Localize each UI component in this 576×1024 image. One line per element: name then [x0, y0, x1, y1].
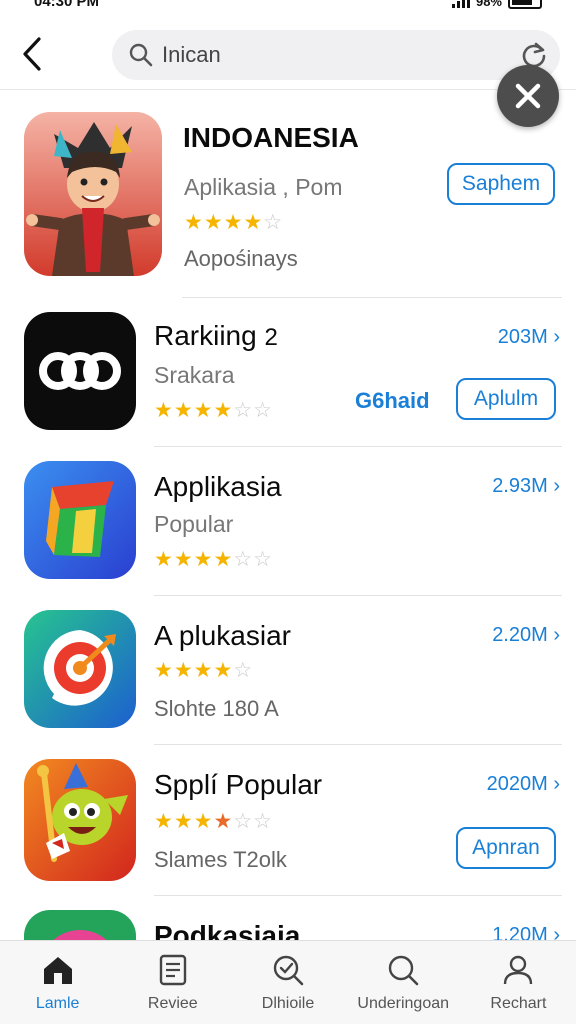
search-icon: [389, 955, 419, 986]
chevron-left-icon: [23, 37, 41, 71]
header: [0, 22, 576, 90]
status-bar: 04:30 PM 98%: [0, 0, 576, 14]
star-rating: ★★★★☆☆: [154, 810, 273, 833]
app-name: Rarkiing 2: [154, 320, 278, 352]
target-arrow-icon: [24, 610, 136, 728]
size-text: 2.93M: [492, 475, 548, 497]
app-extra-text: Slames T2olk: [154, 847, 287, 872]
app-name: A plukasiar: [154, 620, 291, 651]
app-row-1[interactable]: INDOANESIA Aplikasia , Pom ★★★★☆ Aopośin…: [0, 100, 576, 298]
size-text: 2020M: [486, 773, 548, 795]
size-link[interactable]: 1.20M ›: [492, 924, 560, 940]
app-row-3[interactable]: Applikasia Popular ★★★★☆☆ 2.93M ›: [0, 447, 576, 596]
size-link[interactable]: 2.20M ›: [492, 624, 560, 647]
signal-icon: [451, 0, 470, 8]
search-check-icon: [273, 955, 304, 986]
app-row-6[interactable]: Podkasiaia 1.20M ›: [0, 896, 576, 940]
search-input[interactable]: [162, 39, 492, 71]
folded-square-icon: [24, 461, 136, 579]
size-link[interactable]: 203M ›: [498, 326, 560, 349]
back-button[interactable]: [14, 32, 50, 76]
battery-icon: [508, 0, 542, 9]
status-indicators: 98%: [451, 0, 542, 9]
app-extra-text: Slohte 180 A: [154, 696, 279, 721]
tab-label: Reviee: [147, 995, 198, 1012]
rings-logo-icon: [39, 352, 121, 390]
app-name: Spplí Popular: [154, 769, 323, 800]
search-bar[interactable]: [112, 30, 560, 80]
search-icon: [129, 43, 153, 67]
app-row-4[interactable]: A plukasiar ★★★★☆ Slohte 180 A 2.20M ›: [0, 596, 576, 745]
tab-discover[interactable]: Dlhioile: [230, 941, 345, 1024]
tab-search[interactable]: Underingoan: [346, 941, 461, 1024]
size-text: 1.20M: [492, 924, 548, 940]
tab-profile[interactable]: Rechart: [461, 941, 576, 1024]
size-text: 203M: [497, 326, 548, 348]
badge-text: G6haid: [355, 388, 430, 413]
close-icon: [515, 83, 541, 109]
app-icon-aplukasiar[interactable]: [24, 610, 136, 728]
tab-label: Lamle: [35, 995, 80, 1012]
app-name-text: Rarkiing: [154, 320, 257, 351]
battery-percent: 98%: [475, 0, 502, 9]
status-time: 04:30 PM: [34, 0, 100, 10]
size-link[interactable]: 2020M ›: [487, 773, 560, 796]
size-link[interactable]: 2.93M ›: [492, 475, 560, 498]
tab-review[interactable]: Reviee: [115, 941, 230, 1024]
app-icon-sppli-popular[interactable]: [24, 759, 136, 881]
rank-number: 2: [264, 324, 278, 351]
close-button[interactable]: [497, 65, 559, 127]
app-subtitle: Popular: [154, 511, 234, 537]
cartoon-character-icon: [24, 112, 162, 276]
home-icon: [43, 957, 72, 984]
tab-label: Dlhioile: [261, 995, 315, 1012]
star-rating: ★★★★☆☆: [154, 548, 273, 571]
get-button[interactable]: Saphem: [447, 163, 555, 205]
tab-label: Underingoan: [357, 995, 450, 1012]
document-icon: [159, 954, 186, 986]
star-rating: ★★★★☆☆: [154, 399, 273, 422]
tab-home[interactable]: Lamle: [0, 941, 115, 1024]
star-rating: ★★★★☆: [184, 211, 284, 234]
app-icon-rarkiing[interactable]: [24, 312, 136, 430]
app-subtitle: Srakara: [154, 362, 235, 388]
app-icon-podkasiaia[interactable]: [24, 910, 136, 940]
cartoon-mascot-icon: [24, 759, 136, 881]
get-button[interactable]: Apnran: [456, 827, 556, 869]
app-name: Podkasiaia: [154, 920, 301, 940]
bottom-tab-bar: Lamle Reviee Dlhioile Underingoan Rechar…: [0, 940, 576, 1024]
person-icon: [504, 955, 533, 985]
app-name: INDOANESIA: [183, 122, 359, 153]
app-extra-text: Aopośinays: [184, 246, 298, 271]
app-icon-indoanesia[interactable]: [24, 112, 162, 276]
ring-logo-icon: [24, 910, 136, 940]
get-button[interactable]: Aplulm: [456, 378, 556, 420]
tab-label: Rechart: [490, 995, 547, 1012]
app-row-2[interactable]: Rarkiing 2 Srakara ★★★★☆☆ 203M › G6haid …: [0, 298, 576, 447]
app-icon-applikasia[interactable]: [24, 461, 136, 579]
app-row-5[interactable]: Spplí Popular ★★★★☆☆ Slames T2olk 2020M …: [0, 745, 576, 896]
size-text: 2.20M: [492, 624, 548, 646]
star-rating: ★★★★☆: [154, 659, 254, 682]
app-subtitle: Aplikasia , Pom: [184, 174, 343, 200]
app-name: Applikasia: [154, 471, 282, 502]
